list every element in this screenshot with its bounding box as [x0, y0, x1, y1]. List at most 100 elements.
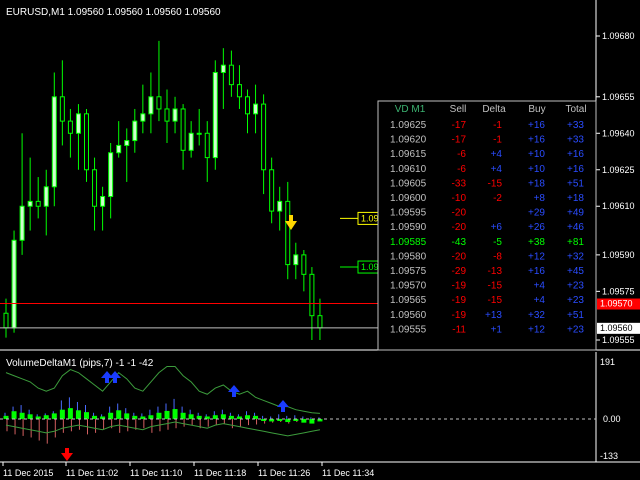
candle-body — [140, 113, 146, 122]
vd-row-cell: -10 — [452, 193, 467, 204]
vd-row-cell: +4 — [491, 164, 503, 175]
candle-body — [220, 64, 226, 73]
vd-row-cell: 1.09560 — [390, 310, 427, 321]
candle-body — [180, 108, 186, 151]
vd-row-cell: -20 — [452, 208, 467, 219]
candle-body — [293, 254, 299, 266]
vd-row-cell: 1.09620 — [390, 135, 427, 146]
delta-bar — [188, 414, 194, 419]
vd-row-cell: +38 — [528, 237, 545, 248]
delta-bar — [180, 412, 186, 419]
candle-body — [228, 64, 234, 86]
candle-body — [35, 200, 41, 207]
vd-header-cell: Total — [565, 104, 586, 115]
vd-row-cell: +33 — [567, 120, 584, 131]
candle-body — [212, 71, 218, 159]
vd-row-cell: -20 — [452, 222, 467, 233]
vd-row-cell: 1.09605 — [390, 178, 427, 189]
candle-body — [204, 132, 210, 159]
delta-bar — [67, 408, 73, 419]
vd-row-cell: -43 — [452, 237, 467, 248]
candle-body — [75, 113, 81, 134]
delta-bar — [11, 411, 17, 419]
vd-row-cell: -11 — [452, 324, 466, 335]
candle-body — [84, 113, 89, 171]
candle-body — [309, 273, 315, 317]
candle-body — [196, 132, 202, 135]
vd-row-cell: +16 — [567, 164, 584, 175]
candle-body — [245, 96, 250, 115]
delta-bar — [51, 413, 57, 419]
vd-row-cell: -20 — [452, 251, 467, 262]
candle-body — [92, 169, 98, 207]
candle-body — [301, 254, 307, 275]
vd-row-cell: +81 — [567, 237, 584, 248]
price-tick-label: 1.09575 — [602, 286, 635, 296]
candle-body — [261, 103, 267, 171]
candle-body — [100, 196, 106, 207]
delta-bar — [245, 415, 250, 419]
vd-row-cell: +26 — [528, 222, 545, 233]
vd-row-cell: -15 — [488, 178, 503, 189]
price-tick-label: 1.09590 — [602, 250, 635, 260]
vd-row-cell: +23 — [567, 324, 584, 335]
delta-bar — [212, 415, 218, 419]
delta-bar — [301, 418, 307, 423]
delta-bar — [124, 413, 130, 419]
vd-header-cell: Buy — [528, 104, 545, 115]
delta-bar — [43, 415, 49, 419]
vd-row-cell: +8 — [534, 193, 546, 204]
vd-row-cell: -1 — [493, 120, 502, 131]
candle-body — [116, 144, 122, 154]
vd-row-cell: +49 — [567, 208, 584, 219]
vd-row-cell: +33 — [567, 135, 584, 146]
price-tick-label: 1.09625 — [602, 165, 635, 175]
vd-row-cell: +51 — [567, 310, 584, 321]
vd-row-cell: 1.09570 — [390, 281, 427, 292]
vd-row-cell: +13 — [485, 310, 502, 321]
vd-row-cell: 1.09610 — [390, 164, 427, 175]
time-tick-label: 11 Dec 11:34 — [322, 468, 374, 478]
vd-row-cell: 1.09625 — [390, 120, 427, 131]
delta-bar — [19, 412, 25, 419]
vd-row-cell: +16 — [528, 120, 545, 131]
vd-row-cell: +18 — [528, 178, 545, 189]
vd-row-cell: +10 — [528, 164, 545, 175]
vd-row-cell: +1 — [491, 324, 503, 335]
window-title: EURUSD,M1 1.09560 1.09560 1.09560 1.0956… — [6, 7, 221, 18]
vd-row-cell: -1 — [493, 135, 502, 146]
delta-bar — [27, 414, 33, 419]
vd-row-cell: 1.09600 — [390, 193, 427, 204]
vd-row-cell: +6 — [491, 222, 503, 233]
vd-row-cell: 1.09615 — [390, 149, 427, 160]
time-tick-label: 11 Dec 2015 — [3, 468, 53, 478]
vd-row-cell: -17 — [452, 120, 467, 131]
bid-price-tag: 1.09560 — [597, 322, 640, 334]
delta-bar — [220, 414, 226, 419]
vd-row-cell: +4 — [534, 281, 546, 292]
candle-body — [172, 108, 178, 122]
vd-row-cell: +46 — [567, 222, 584, 233]
candle-body — [27, 200, 33, 207]
trading-chart[interactable]: EURUSD,M1 1.09560 1.09560 1.09560 1.0956… — [0, 0, 640, 480]
vd-row-cell: +29 — [528, 208, 545, 219]
candle-body — [277, 200, 283, 212]
price-tick-label: 1.09680 — [602, 31, 635, 41]
vd-header-cell: Delta — [482, 104, 506, 115]
time-tick-label: 11 Dec 11:26 — [258, 468, 310, 478]
candle-body — [285, 200, 291, 266]
candle-body — [269, 169, 275, 212]
vd-row-cell: -19 — [452, 295, 467, 306]
vd-row-cell: 1.09580 — [390, 251, 427, 262]
candle-body — [236, 84, 242, 98]
candle-body — [253, 103, 259, 115]
vd-row-cell: +23 — [567, 295, 584, 306]
ask-price-label: 1.09570 — [600, 299, 633, 309]
delta-bar — [309, 418, 315, 424]
price-tick-label: 1.09610 — [602, 201, 635, 211]
vd-row-cell: +18 — [567, 193, 584, 204]
vd-header-cell: VD M1 — [395, 104, 426, 115]
vd-row-cell: +12 — [528, 324, 545, 335]
vd-row-cell: 1.09565 — [390, 295, 427, 306]
time-tick-label: 11 Dec 11:18 — [194, 468, 246, 478]
